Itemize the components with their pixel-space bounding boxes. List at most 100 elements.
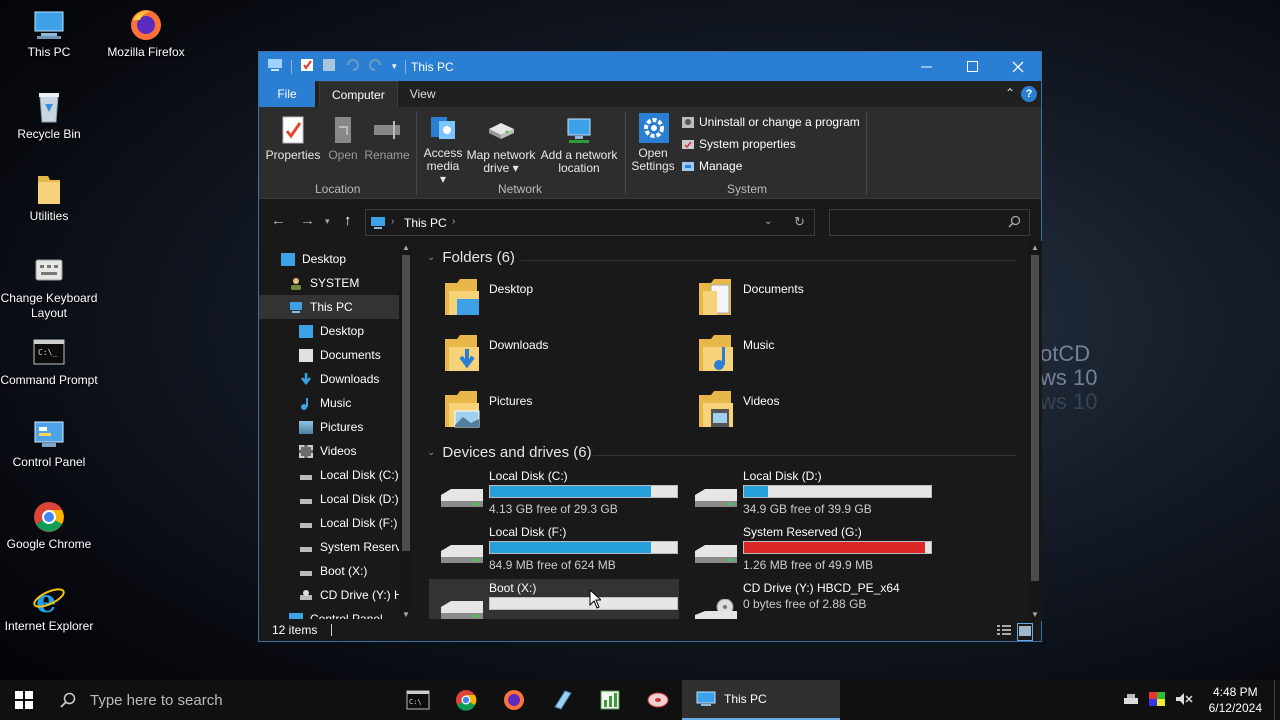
- taskbar-app-6[interactable]: [634, 680, 682, 720]
- drive-system-reserved-g[interactable]: System Reserved (G:) 1.26 MB free of 49.…: [687, 523, 937, 579]
- search-input[interactable]: [829, 209, 1030, 236]
- open-button[interactable]: Open: [325, 115, 361, 162]
- rename-button[interactable]: Rename: [363, 115, 411, 162]
- nav-item-documents[interactable]: Documents: [299, 343, 381, 367]
- nav-item-system-reserved[interactable]: System Reserve: [299, 535, 408, 559]
- recent-locations-button[interactable]: ▾: [325, 216, 330, 227]
- folder-desktop[interactable]: Desktop: [433, 273, 683, 323]
- taskbar-app-5[interactable]: [586, 680, 634, 720]
- start-button[interactable]: [0, 680, 48, 720]
- drive-local-disk-f[interactable]: Local Disk (F:) 84.9 MB free of 624 MB: [433, 523, 683, 579]
- add-network-location-button[interactable]: Add a network location: [539, 115, 619, 175]
- nav-item-this-pc[interactable]: This PC: [259, 295, 399, 319]
- folder-pictures[interactable]: Pictures: [433, 385, 683, 435]
- scroll-down-arrow[interactable]: ▼: [402, 610, 410, 619]
- properties-icon: [279, 115, 307, 145]
- nav-item-downloads[interactable]: Downloads: [299, 367, 379, 391]
- desktop-icon-utilities[interactable]: Utilities: [0, 172, 98, 224]
- tab-computer[interactable]: Computer: [319, 81, 398, 107]
- desktop-icon-keyboard-layout[interactable]: Change Keyboard Layout: [0, 254, 98, 321]
- network-icon[interactable]: [1123, 692, 1139, 709]
- tab-view[interactable]: View: [398, 81, 448, 107]
- nav-item-music[interactable]: Music: [299, 391, 351, 415]
- taskbar-chrome[interactable]: [442, 680, 490, 720]
- manage-button[interactable]: Manage: [681, 159, 742, 173]
- drive-cd-y[interactable]: CD Drive (Y:) HBCD_PE_x64 0 bytes free o…: [687, 579, 937, 621]
- drive-usage-fill: [490, 542, 651, 553]
- desktop-icon-chrome[interactable]: Google Chrome: [0, 500, 98, 552]
- drive-local-disk-c[interactable]: Local Disk (C:) 4.13 GB free of 29.3 GB: [433, 467, 683, 523]
- redo-icon[interactable]: [368, 58, 384, 75]
- collapse-ribbon-icon[interactable]: ⌃: [1005, 86, 1015, 100]
- nav-item-videos[interactable]: Videos: [299, 439, 356, 463]
- nav-item-local-disk-d[interactable]: Local Disk (D:): [299, 487, 399, 511]
- item-count: 12 items: [272, 623, 318, 637]
- drives-group-header[interactable]: ⌄ Devices and drives (6): [427, 444, 592, 461]
- chevron-down-icon[interactable]: ▾: [392, 61, 397, 72]
- uninstall-program-button[interactable]: Uninstall or change a program: [681, 115, 860, 129]
- forward-button[interactable]: →: [300, 212, 315, 229]
- drive-boot-x[interactable]: Boot (X:): [429, 579, 679, 621]
- minimize-button[interactable]: [903, 52, 949, 81]
- taskbar-firefox[interactable]: [490, 680, 538, 720]
- scroll-up-arrow[interactable]: ▲: [402, 243, 410, 252]
- nav-item-pictures[interactable]: Pictures: [299, 415, 363, 439]
- quick-access-toolbar: ▾: [259, 58, 406, 75]
- undo-icon[interactable]: [344, 58, 360, 75]
- drive-icon: [299, 541, 313, 554]
- refresh-icon[interactable]: ↻: [794, 214, 805, 230]
- taskbar-app-4[interactable]: [538, 680, 586, 720]
- taskbar-command-prompt[interactable]: C:\: [394, 680, 442, 720]
- desktop-icon-this-pc[interactable]: This PC: [0, 8, 98, 60]
- system-properties-button[interactable]: System properties: [681, 137, 796, 151]
- help-icon[interactable]: ?: [1021, 86, 1037, 102]
- taskbar-search-box[interactable]: Type here to search: [48, 680, 390, 720]
- title-bar[interactable]: ▾ This PC: [259, 52, 1041, 81]
- address-dropdown-icon[interactable]: ⌄: [764, 216, 772, 227]
- back-button[interactable]: ←: [271, 212, 286, 229]
- nav-item-desktop[interactable]: Desktop: [281, 247, 346, 271]
- clock[interactable]: 4:48 PM 6/12/2024: [1197, 684, 1274, 716]
- nav-item-system[interactable]: SYSTEM: [289, 271, 359, 295]
- desktop-icon-recycle-bin[interactable]: Recycle Bin: [0, 90, 98, 142]
- nav-item-local-disk-f[interactable]: Local Disk (F:): [299, 511, 397, 535]
- color-app-icon[interactable]: [1148, 691, 1165, 709]
- properties-button[interactable]: Properties: [265, 115, 321, 162]
- nav-item-boot-x[interactable]: Boot (X:): [299, 559, 367, 583]
- taskbar-this-pc[interactable]: This PC: [682, 680, 840, 720]
- nav-item-desktop-sub[interactable]: Desktop: [299, 319, 364, 343]
- drive-usage-fill: [744, 486, 769, 497]
- volume-muted-icon[interactable]: [1175, 692, 1193, 709]
- details-view-icon[interactable]: [997, 624, 1011, 639]
- close-button[interactable]: [995, 52, 1041, 81]
- tab-file[interactable]: File: [259, 81, 315, 107]
- maximize-button[interactable]: [949, 52, 995, 81]
- desktop-icon-firefox[interactable]: Mozilla Firefox: [97, 8, 195, 60]
- desktop-icon-control-panel[interactable]: Control Panel: [0, 418, 98, 470]
- up-button[interactable]: ↑: [344, 212, 352, 229]
- nav-item-local-disk-c[interactable]: Local Disk (C:): [299, 463, 399, 487]
- folder-music[interactable]: Music: [687, 329, 937, 379]
- folders-group-header[interactable]: ⌄ Folders (6): [427, 249, 515, 266]
- tiles-view-icon[interactable]: [1017, 623, 1033, 641]
- scroll-down-arrow[interactable]: ▼: [1031, 610, 1039, 619]
- drive-local-disk-d[interactable]: Local Disk (D:) 34.9 GB free of 39.9 GB: [687, 467, 937, 523]
- breadcrumb-this-pc[interactable]: This PC: [404, 216, 447, 230]
- nav-item-cd-drive[interactable]: CD Drive (Y:) H: [299, 583, 403, 607]
- scroll-up-arrow[interactable]: ▲: [1031, 243, 1039, 252]
- desktop-icon-internet-explorer[interactable]: e Internet Explorer: [0, 582, 98, 634]
- folder-videos[interactable]: Videos: [687, 385, 937, 435]
- access-media-button[interactable]: Access media ▾: [423, 113, 463, 186]
- map-network-drive-button[interactable]: Map network drive ▾: [465, 115, 537, 175]
- new-folder-quick-icon[interactable]: [322, 58, 336, 75]
- folder-downloads[interactable]: Downloads: [433, 329, 683, 379]
- properties-quick-icon[interactable]: [300, 58, 314, 75]
- file-explorer-window[interactable]: ▾ This PC File Computer View ⌃ ? Propert…: [258, 51, 1042, 642]
- content-scrollbar[interactable]: ▲ ▼: [1028, 241, 1042, 621]
- address-bar[interactable]: › This PC › ⌄ ↻: [365, 209, 815, 236]
- folder-documents[interactable]: Documents: [687, 273, 937, 323]
- open-settings-button[interactable]: Open Settings: [631, 113, 675, 173]
- desktop-icon-command-prompt[interactable]: C:\_ Command Prompt: [0, 336, 98, 388]
- nav-pane-scrollbar[interactable]: ▲ ▼: [399, 241, 413, 621]
- show-desktop-button[interactable]: [1274, 680, 1280, 720]
